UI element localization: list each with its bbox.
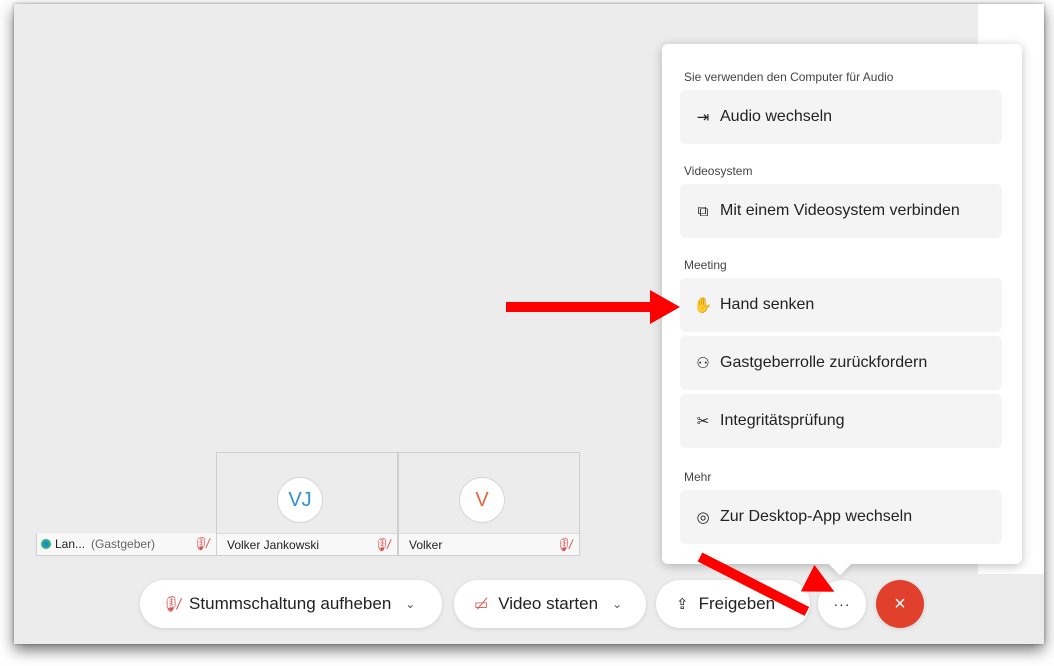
participant-footer: Volker 🎙︎̸: [399, 533, 579, 555]
meeting-window: Lan... (Gastgeber) 🎙︎̸ VJ Volker Jankows…: [14, 4, 1044, 644]
unmute-label: Stummschaltung aufheben: [189, 594, 392, 613]
participant-tile[interactable]: V Volker 🎙︎̸: [398, 452, 580, 556]
section-label-more: Mehr: [684, 470, 712, 484]
tools-icon: ✂: [696, 413, 710, 430]
menu-item-switch-desktop-app[interactable]: ◎ Zur Desktop-App wechseln: [680, 490, 1002, 544]
share-label: Freigeben: [698, 594, 776, 613]
muted-mic-icon: 🎙︎̸: [160, 596, 180, 613]
muted-mic-icon: 🎙︎̸: [372, 537, 389, 552]
menu-item-label: Audio wechseln: [720, 108, 833, 125]
menu-item-label: Hand senken: [720, 296, 815, 313]
menu-item-label: Zur Desktop-App wechseln: [720, 508, 913, 525]
menu-item-reclaim-host[interactable]: ⚇ Gastgeberrolle zurückfordern: [680, 336, 1002, 390]
chevron-down-icon[interactable]: ⌄: [612, 597, 622, 611]
menu-item-label: Gastgeberrolle zurückfordern: [720, 354, 928, 371]
start-video-label: Video starten: [498, 594, 599, 613]
close-icon: ×: [894, 592, 906, 615]
audio-switch-icon: ⇥: [696, 109, 710, 126]
share-icon: ⇪: [676, 596, 689, 613]
unmute-button[interactable]: 🎙︎̸ Stummschaltung aufheben ⌄: [140, 580, 442, 628]
video-off-icon: ▭̸: [474, 596, 489, 613]
menu-item-label: Integritätsprüfung: [720, 412, 845, 429]
cast-icon: ⧉: [697, 202, 709, 220]
participant-role: (Gastgeber): [91, 537, 156, 551]
chevron-down-icon[interactable]: ⌄: [405, 597, 415, 611]
status-icon: [41, 539, 51, 549]
muted-mic-icon: 🎙︎̸: [191, 536, 208, 551]
menu-item-switch-audio[interactable]: ⇥ Audio wechseln: [680, 90, 1002, 144]
participant-footer: Volker Jankowski 🎙︎̸: [217, 533, 397, 555]
participant-footer: Lan... (Gastgeber) 🎙︎̸: [37, 533, 216, 555]
start-video-button[interactable]: ▭̸ Video starten ⌄: [454, 580, 646, 628]
section-label-meeting: Meeting: [684, 258, 727, 272]
participant-tile-host[interactable]: Lan... (Gastgeber) 🎙︎̸: [36, 533, 216, 556]
end-call-button[interactable]: ×: [876, 580, 924, 628]
raised-hand-icon: ✋: [693, 297, 713, 314]
menu-caret: [828, 552, 852, 576]
participant-name: Volker: [409, 537, 443, 552]
avatar: V: [459, 477, 505, 523]
menu-item-lower-hand[interactable]: ✋ Hand senken: [680, 278, 1002, 332]
menu-item-health-check[interactable]: ✂ Integritätsprüfung: [680, 394, 1002, 448]
more-options-menu: Sie verwenden den Computer für Audio ⇥ A…: [662, 44, 1022, 576]
participant-name: Lan...: [55, 537, 86, 551]
muted-mic-icon: 🎙︎̸: [554, 537, 571, 552]
participant-tile[interactable]: VJ Volker Jankowski 🎙︎̸: [216, 452, 398, 556]
desktop-app-icon: ◎: [696, 509, 710, 526]
participant-name: Volker Jankowski: [227, 537, 320, 552]
menu-item-label: Mit einem Videosystem verbinden: [720, 202, 960, 219]
person-icon: ⚇: [696, 355, 710, 372]
more-icon: ···: [833, 596, 851, 612]
menu-item-connect-video-system[interactable]: ⧉ Mit einem Videosystem verbinden: [680, 184, 1002, 238]
section-label-audio: Sie verwenden den Computer für Audio: [684, 70, 894, 84]
avatar: VJ: [277, 477, 323, 523]
section-label-video-system: Videosystem: [684, 164, 753, 178]
